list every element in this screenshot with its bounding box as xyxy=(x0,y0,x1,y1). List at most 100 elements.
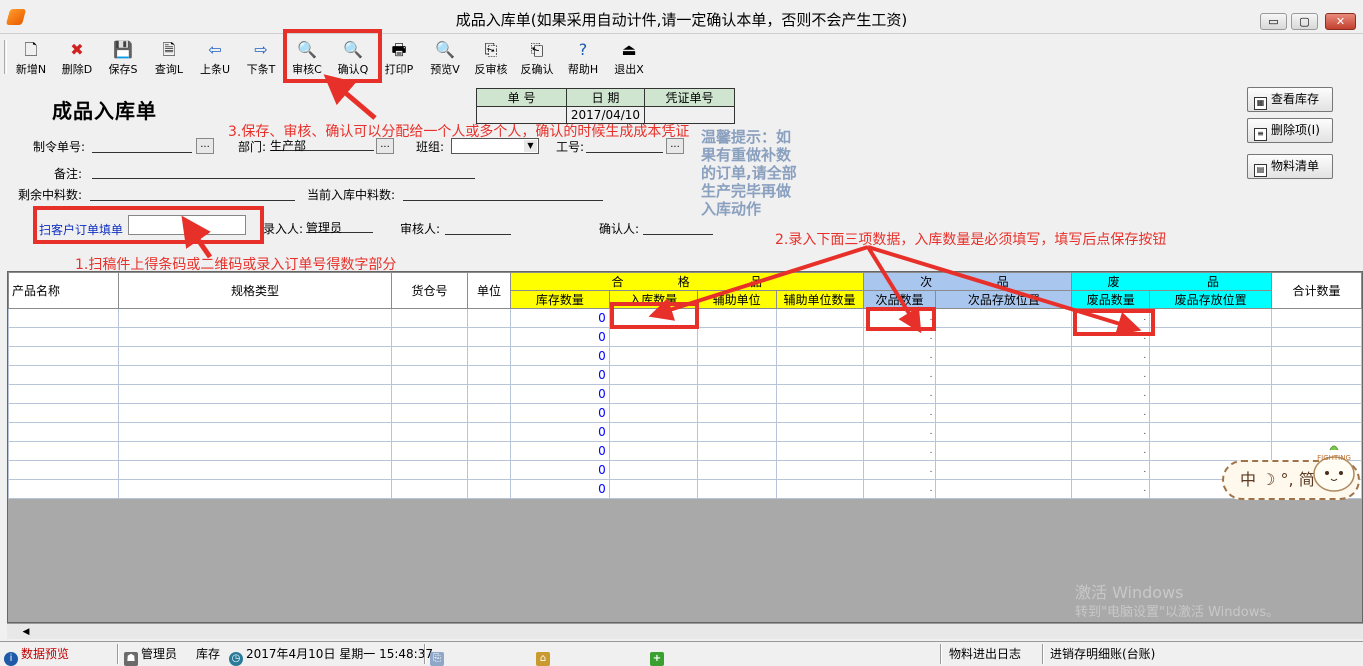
table-cell[interactable] xyxy=(775,422,864,442)
table-cell[interactable]: 0 xyxy=(509,403,610,423)
table-cell[interactable] xyxy=(466,327,511,347)
table-cell[interactable] xyxy=(1271,308,1362,328)
toolbar-button-12[interactable]: ? 帮助H xyxy=(560,38,606,78)
minimize-button[interactable]: ▭ xyxy=(1260,13,1287,30)
table-cell[interactable]: . xyxy=(1071,346,1151,366)
table-cell[interactable] xyxy=(608,384,698,404)
table-cell[interactable] xyxy=(8,441,119,461)
worker-field[interactable] xyxy=(586,139,663,153)
order-no-field[interactable] xyxy=(92,139,192,153)
table-cell[interactable]: . xyxy=(1071,460,1151,480)
table-cell[interactable] xyxy=(8,365,119,385)
toolbar-button-2[interactable]: 💾 保存S xyxy=(100,38,146,78)
table-cell[interactable]: . xyxy=(862,479,937,499)
table-cell[interactable] xyxy=(935,346,1073,366)
table-cell[interactable] xyxy=(8,384,119,404)
table-cell[interactable] xyxy=(935,308,1073,328)
table-cell[interactable] xyxy=(935,384,1073,404)
table-cell[interactable] xyxy=(775,308,864,328)
table-cell[interactable] xyxy=(466,441,511,461)
table-cell[interactable]: . xyxy=(862,365,937,385)
table-cell[interactable] xyxy=(117,479,393,499)
table-cell[interactable] xyxy=(391,422,468,442)
table-row[interactable]: 0.. xyxy=(8,460,1362,480)
table-row[interactable]: 0.. xyxy=(8,365,1362,385)
table-cell[interactable] xyxy=(696,422,777,442)
table-row[interactable]: 0.. xyxy=(8,346,1362,366)
status-ledger[interactable]: 进销存明细账(台账) xyxy=(1050,645,1155,663)
table-cell[interactable] xyxy=(696,365,777,385)
table-row[interactable]: 0.. xyxy=(8,479,1362,499)
table-cell[interactable] xyxy=(696,327,777,347)
table-cell[interactable]: 0 xyxy=(509,327,610,347)
status-preview[interactable]: i 数据预览 xyxy=(4,645,69,666)
table-cell[interactable] xyxy=(466,384,511,404)
table-cell[interactable] xyxy=(466,422,511,442)
scroll-left-icon[interactable]: ◀ xyxy=(19,625,33,639)
toolbar-button-0[interactable]: 🗋 新增N xyxy=(8,38,54,78)
table-cell[interactable] xyxy=(608,460,698,480)
remain-field[interactable] xyxy=(90,187,295,201)
table-cell[interactable] xyxy=(391,308,468,328)
col-product-name[interactable]: 产品名称 xyxy=(8,272,119,309)
table-cell[interactable]: . xyxy=(1071,441,1151,461)
table-cell[interactable] xyxy=(8,460,119,480)
toolbar-button-9[interactable]: 🔍 预览V xyxy=(422,38,468,78)
table-cell[interactable] xyxy=(935,365,1073,385)
order-no-browse-button[interactable]: ... xyxy=(196,138,214,154)
table-cell[interactable] xyxy=(466,308,511,328)
maximize-button[interactable]: ▢ xyxy=(1291,13,1318,30)
horizontal-scrollbar[interactable]: ◀ xyxy=(7,623,1363,639)
table-cell[interactable] xyxy=(8,327,119,347)
col-total[interactable]: 合计数量 xyxy=(1271,272,1362,309)
table-cell[interactable] xyxy=(466,479,511,499)
status-doc-icon[interactable]: ⎘ xyxy=(430,645,447,666)
table-cell[interactable] xyxy=(696,308,777,328)
table-cell[interactable]: . xyxy=(1071,403,1151,423)
view-stock-button[interactable]: ▦ 查看库存 xyxy=(1247,87,1333,112)
toolbar-button-11[interactable]: ⎗ 反确认 xyxy=(514,38,560,78)
table-cell[interactable] xyxy=(117,346,393,366)
table-cell[interactable]: 0 xyxy=(509,346,610,366)
table-cell[interactable]: 0 xyxy=(509,384,610,404)
toolbar-button-10[interactable]: ⎘ 反审核 xyxy=(468,38,514,78)
table-cell[interactable] xyxy=(935,441,1073,461)
table-cell[interactable] xyxy=(117,403,393,423)
table-cell[interactable] xyxy=(1271,346,1362,366)
table-cell[interactable] xyxy=(608,327,698,347)
table-cell[interactable] xyxy=(117,460,393,480)
toolbar-button-13[interactable]: ⏏ 退出X xyxy=(606,38,652,78)
table-cell[interactable] xyxy=(466,346,511,366)
table-cell[interactable] xyxy=(117,308,393,328)
table-cell[interactable]: . xyxy=(862,346,937,366)
table-cell[interactable] xyxy=(1149,403,1273,423)
table-cell[interactable] xyxy=(775,365,864,385)
table-cell[interactable]: 0 xyxy=(509,460,610,480)
table-row[interactable]: 0.. xyxy=(8,422,1362,442)
table-cell[interactable] xyxy=(1271,403,1362,423)
table-cell[interactable] xyxy=(608,441,698,461)
table-cell[interactable]: 0 xyxy=(509,365,610,385)
table-cell[interactable]: . xyxy=(1071,479,1151,499)
col-aux-qty[interactable]: 辅助单位数量 xyxy=(775,290,864,309)
table-cell[interactable]: 0 xyxy=(509,308,610,328)
status-material-log[interactable]: 物料进出日志 xyxy=(949,645,1021,663)
table-cell[interactable] xyxy=(935,422,1073,442)
table-cell[interactable] xyxy=(775,441,864,461)
table-cell[interactable] xyxy=(1149,327,1273,347)
table-cell[interactable]: . xyxy=(1071,384,1151,404)
table-cell[interactable] xyxy=(391,384,468,404)
table-cell[interactable]: . xyxy=(862,403,937,423)
chevron-down-icon[interactable]: ▼ xyxy=(524,140,537,152)
table-cell[interactable] xyxy=(391,441,468,461)
toolbar-button-4[interactable]: ⇦ 上条U xyxy=(192,38,238,78)
table-cell[interactable] xyxy=(775,346,864,366)
table-cell[interactable] xyxy=(608,479,698,499)
table-cell[interactable] xyxy=(775,403,864,423)
table-cell[interactable]: 0 xyxy=(509,441,610,461)
col-spec[interactable]: 规格类型 xyxy=(117,272,393,309)
table-cell[interactable] xyxy=(1149,346,1273,366)
table-cell[interactable]: . xyxy=(1071,422,1151,442)
table-cell[interactable] xyxy=(391,365,468,385)
table-cell[interactable] xyxy=(117,365,393,385)
